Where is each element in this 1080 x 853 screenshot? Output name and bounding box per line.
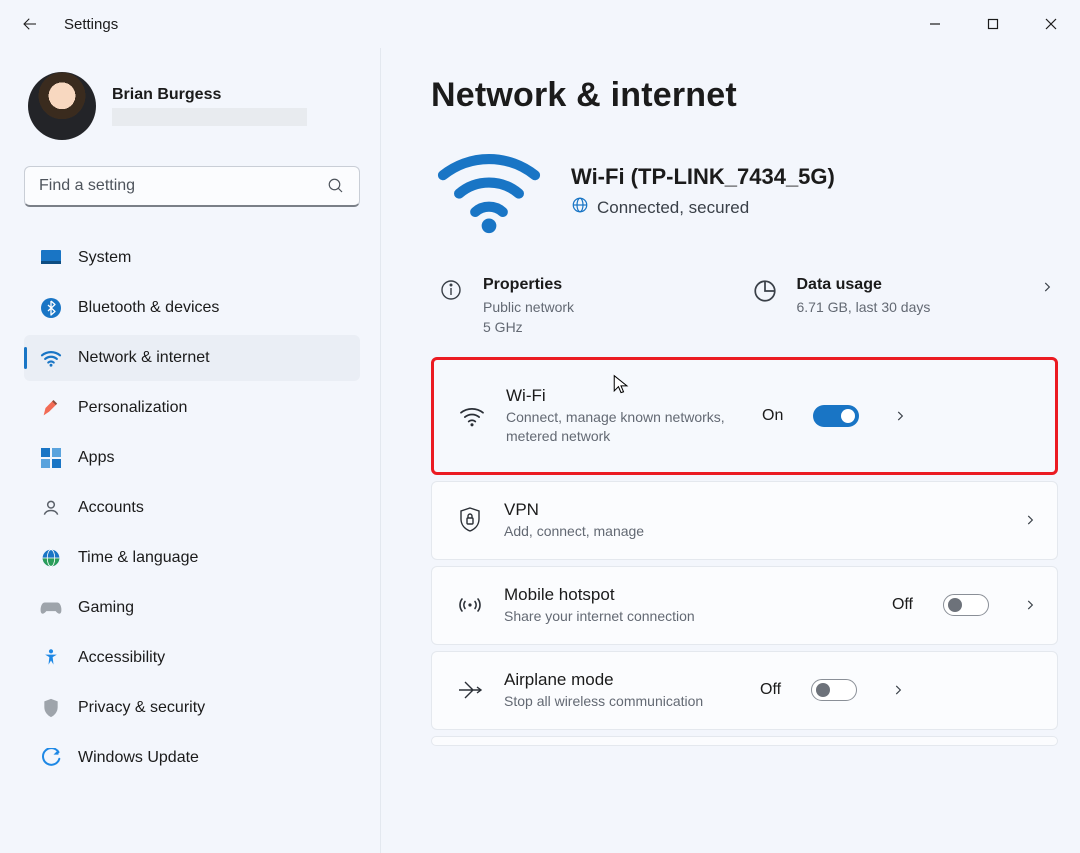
chevron-right-icon[interactable] [891,683,905,697]
nav-label: Accounts [78,499,144,517]
sidebar-item-personalization[interactable]: Personalization [24,385,360,431]
properties-title: Properties [483,276,574,294]
chevron-right-icon[interactable] [1023,513,1037,527]
close-button[interactable] [1022,0,1080,48]
next-card-partial[interactable] [431,736,1058,746]
wifi-card-title: Wi-Fi [506,386,746,406]
sidebar: Brian Burgess System Bluetooth & dev [0,48,380,853]
window-title: Settings [64,16,118,33]
main-content: Network & internet Wi-Fi (TP-LINK_7434_5… [380,48,1080,853]
accounts-icon [40,497,62,519]
info-icon [435,276,467,302]
hotspot-toggle-label: Off [892,596,913,614]
personalization-icon [40,397,62,419]
hotspot-card-sub: Share your internet connection [504,607,876,626]
vpn-icon [452,507,488,533]
sidebar-item-accessibility[interactable]: Accessibility [24,635,360,681]
chevron-right-icon [1040,280,1054,294]
gaming-icon [40,597,62,619]
data-usage-title: Data usage [797,276,931,294]
accessibility-icon [40,647,62,669]
vpn-card-title: VPN [504,500,1003,520]
data-usage-icon [749,276,781,304]
search-input[interactable] [39,177,299,195]
airplane-card[interactable]: Airplane mode Stop all wireless communic… [431,651,1058,730]
properties-sub1: Public network [483,298,574,318]
sidebar-item-apps[interactable]: Apps [24,435,360,481]
sidebar-item-update[interactable]: Windows Update [24,735,360,781]
sidebar-item-bluetooth[interactable]: Bluetooth & devices [24,285,360,331]
nav-label: Network & internet [78,349,210,367]
sidebar-item-system[interactable]: System [24,235,360,281]
profile-email-redacted [112,108,307,126]
wifi-card[interactable]: Wi-Fi Connect, manage known networks, me… [431,357,1058,475]
window-controls [906,0,1080,48]
nav-list: System Bluetooth & devices Network & int… [24,235,360,781]
search-icon [327,177,345,195]
hotspot-card-title: Mobile hotspot [504,585,876,605]
sidebar-item-accounts[interactable]: Accounts [24,485,360,531]
data-usage-card[interactable]: Data usage 6.71 GB, last 30 days [745,266,1059,347]
vpn-card[interactable]: VPN Add, connect, manage [431,481,1058,560]
status-subtitle: Connected, secured [597,198,749,218]
airplane-toggle-label: Off [760,681,781,699]
wifi-icon [40,347,62,369]
hotspot-card[interactable]: Mobile hotspot Share your internet conne… [431,566,1058,645]
airplane-icon [452,678,488,702]
apps-icon [40,447,62,469]
network-status: Wi-Fi (TP-LINK_7434_5G) Connected, secur… [431,143,1058,240]
nav-label: Gaming [78,599,134,617]
system-icon [40,247,62,269]
profile[interactable]: Brian Burgess [24,72,360,140]
nav-label: Time & language [78,549,198,567]
sidebar-item-network[interactable]: Network & internet [24,335,360,381]
globe-icon [571,196,589,219]
properties-card[interactable]: Properties Public network 5 GHz [431,266,745,347]
minimize-button[interactable] [906,0,964,48]
search-box[interactable] [24,166,360,207]
chevron-right-icon[interactable] [1023,598,1037,612]
wifi-card-sub: Connect, manage known networks, metered … [506,408,746,446]
vpn-card-sub: Add, connect, manage [504,522,1003,541]
nav-label: Accessibility [78,649,165,667]
titlebar: Settings [0,0,1080,48]
nav-label: Bluetooth & devices [78,299,219,317]
page-title: Network & internet [431,76,1058,115]
wifi-large-icon [431,143,547,240]
airplane-card-sub: Stop all wireless communication [504,692,744,711]
wifi-icon [454,405,490,427]
nav-label: Apps [78,449,114,467]
chevron-right-icon[interactable] [893,409,907,423]
avatar [28,72,96,140]
update-icon [40,747,62,769]
data-usage-sub: 6.71 GB, last 30 days [797,298,931,318]
wifi-toggle[interactable] [813,405,859,427]
profile-name: Brian Burgess [112,86,307,104]
privacy-icon [40,697,62,719]
hotspot-icon [452,594,488,616]
maximize-button[interactable] [964,0,1022,48]
wifi-toggle-label: On [762,407,783,425]
airplane-card-title: Airplane mode [504,670,744,690]
nav-label: System [78,249,131,267]
back-button[interactable] [8,2,52,46]
sidebar-item-gaming[interactable]: Gaming [24,585,360,631]
nav-label: Privacy & security [78,699,205,717]
hotspot-toggle[interactable] [943,594,989,616]
sidebar-item-privacy[interactable]: Privacy & security [24,685,360,731]
sidebar-item-time[interactable]: Time & language [24,535,360,581]
time-icon [40,547,62,569]
bluetooth-icon [40,297,62,319]
airplane-toggle[interactable] [811,679,857,701]
properties-sub2: 5 GHz [483,318,574,338]
status-title: Wi-Fi (TP-LINK_7434_5G) [571,164,835,190]
nav-label: Personalization [78,399,187,417]
nav-label: Windows Update [78,749,199,767]
